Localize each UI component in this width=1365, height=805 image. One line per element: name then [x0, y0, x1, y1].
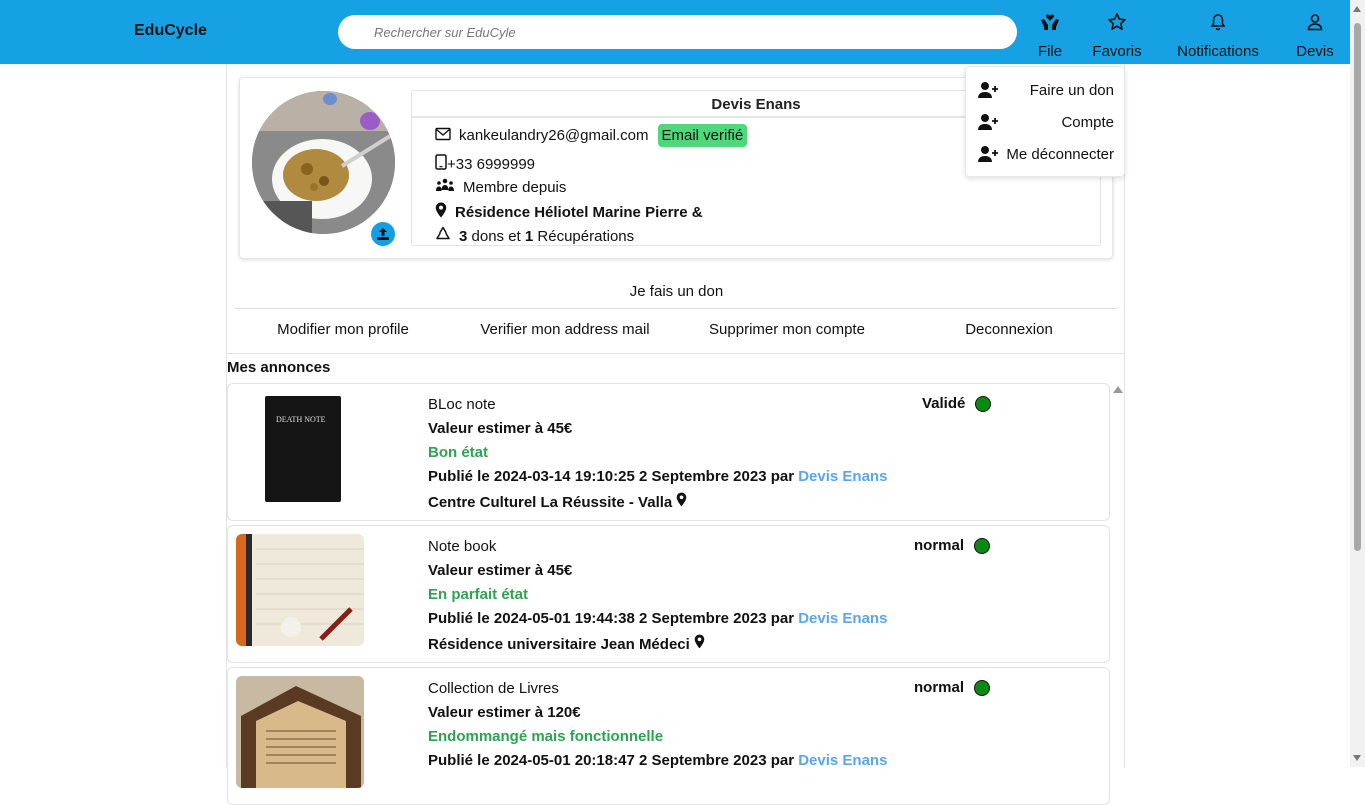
nav-notifications[interactable]: Notifications [1172, 8, 1264, 64]
profile-phone: +33 6999999 [447, 155, 536, 173]
svg-text:DEATH NOTE: DEATH NOTE [276, 415, 326, 424]
menu-item-logout[interactable]: Me déconnecter [966, 141, 1126, 169]
annonce-title: Note book [428, 538, 497, 555]
status-dot-icon [974, 537, 991, 554]
brand-logo[interactable]: EduCycle [134, 22, 207, 40]
annonce-image [236, 676, 364, 788]
delete-account-button[interactable]: Supprimer mon compte [709, 321, 865, 338]
menu-item-label: Faire un don [1029, 82, 1114, 99]
email-verified-badge: Email verifié [657, 124, 748, 147]
search-bar[interactable] [338, 15, 1017, 49]
upload-avatar-button[interactable] [371, 222, 395, 246]
top-navbar: EduCycle File Favoris Notifications Devi… [0, 0, 1365, 64]
edit-profile-button[interactable]: Modifier mon profile [277, 321, 409, 338]
menu-item-label: Compte [1061, 114, 1114, 131]
annonce-published: Publié le 2024-05-01 19:44:38 2 Septembr… [428, 610, 887, 627]
nav-favoris[interactable]: Favoris [1092, 8, 1142, 64]
nav-devis-label: Devis [1296, 43, 1334, 60]
annonce-status-label: normal [914, 537, 965, 554]
annonces-scroll-up[interactable] [1113, 386, 1123, 393]
status-dot-icon [975, 395, 992, 412]
annonce-author-link[interactable]: Devis Enans [798, 610, 887, 627]
stats-row: 3 dons et 1 Récupérations [435, 226, 634, 246]
nav-file-label: File [1037, 43, 1063, 60]
bell-icon [1172, 12, 1264, 32]
page-scrollbar[interactable] [1350, 0, 1365, 767]
recycle-icon [435, 226, 459, 246]
annonce-title: Collection de Livres [428, 680, 559, 697]
annonce-card[interactable]: Collection de Livres Valeur estimer à 12… [227, 667, 1110, 805]
annonce-published-text: Publié le 2024-03-14 19:10:25 2 Septembr… [428, 468, 799, 485]
annonce-status: Validé [922, 395, 992, 412]
address-row: Résidence Héliotel Marine Pierre & [435, 202, 703, 222]
annonce-status: normal [914, 679, 991, 696]
account-dropdown-menu: Faire un don Compte Me déconnecter [965, 66, 1125, 177]
annonce-image: DEATH NOTE [236, 392, 364, 504]
donate-button[interactable]: Je fais un don [232, 272, 1121, 309]
annonce-value: Valeur estimer à 45€ [428, 420, 573, 437]
phone-row: +33 6999999 [435, 154, 535, 174]
search-input[interactable] [338, 15, 1017, 49]
annonce-status: normal [914, 537, 991, 554]
annonce-value: Valeur estimer à 45€ [428, 562, 573, 579]
profile-email: kankeulandry26@gmail.com [459, 127, 649, 144]
annonce-published-text: Publié le 2024-05-01 20:18:47 2 Septembr… [428, 752, 799, 769]
profile-avatar [252, 91, 395, 234]
recup-text: Récupérations [533, 227, 635, 245]
annonce-value: Valeur estimer à 120€ [428, 704, 581, 721]
annonce-condition: Bon état [428, 444, 488, 461]
nav-favoris-label: Favoris [1092, 43, 1142, 60]
email-row: kankeulandry26@gmail.com Email verifié [435, 124, 748, 147]
annonce-condition: En parfait état [428, 586, 529, 603]
nav-file[interactable]: File [1030, 8, 1070, 64]
scrollbar-thumb[interactable] [1354, 23, 1361, 551]
scroll-up-arrow-icon[interactable] [1353, 6, 1361, 12]
annonce-location-row: Centre Culturel La Réussite - Valla [428, 492, 687, 511]
annonce-image [236, 534, 364, 646]
nav-notifications-label: Notifications [1177, 43, 1259, 60]
menu-item-faire-un-don[interactable]: Faire un don [966, 77, 1126, 105]
annonce-location: Centre Culturel La Réussite - Valla [428, 494, 673, 511]
profile-address: Résidence Héliotel Marine Pierre & [455, 203, 703, 221]
menu-item-compte[interactable]: Compte [966, 109, 1126, 137]
star-icon [1092, 12, 1142, 32]
annonce-status-label: Validé [922, 395, 966, 412]
dons-text: dons et [467, 227, 525, 245]
people-group-icon [435, 178, 463, 196]
member-since: Membre depuis [463, 178, 567, 196]
annonce-card[interactable]: DEATH NOTE BLoc note Valeur estimer à 45… [227, 383, 1110, 521]
map-pin-icon [435, 202, 455, 222]
logout-button[interactable]: Deconnexion [965, 321, 1053, 338]
upload-icon [371, 228, 395, 250]
annonce-title: BLoc note [428, 396, 496, 413]
nav-devis[interactable]: Devis [1292, 8, 1338, 64]
annonce-status-label: normal [914, 679, 965, 696]
profile-actions: Modifier mon profile Verifier mon addres… [227, 309, 1124, 354]
dons-count: 3 [459, 227, 468, 245]
annonce-card[interactable]: Note book Valeur estimer à 45€ En parfai… [227, 525, 1110, 663]
menu-item-label: Me déconnecter [1006, 146, 1114, 163]
annonce-condition: Endommangé mais fonctionnelle [428, 728, 664, 745]
user-icon [1292, 12, 1338, 32]
verify-email-button[interactable]: Verifier mon address mail [480, 321, 649, 338]
hands-heart-icon [1030, 12, 1070, 32]
mobile-phone-icon [435, 154, 447, 174]
annonce-published: Publié le 2024-03-14 19:10:25 2 Septembr… [428, 468, 887, 485]
member-row: Membre depuis [435, 178, 566, 196]
status-dot-icon [974, 679, 991, 696]
annonce-published: Publié le 2024-05-01 20:18:47 2 Septembr… [428, 752, 887, 769]
annonce-author-link[interactable]: Devis Enans [798, 752, 887, 769]
annonce-author-link[interactable]: Devis Enans [798, 468, 887, 485]
map-pin-icon [694, 634, 705, 653]
map-pin-icon [676, 492, 687, 511]
annonce-location: Résidence universitaire Jean Médeci [428, 636, 690, 653]
envelope-icon [435, 127, 459, 145]
recup-count: 1 [524, 227, 534, 245]
annonce-published-text: Publié le 2024-05-01 19:44:38 2 Septembr… [428, 610, 799, 627]
annonces-title: Mes annonces [227, 359, 331, 376]
annonce-location-row: Résidence universitaire Jean Médeci [428, 634, 705, 653]
scroll-down-arrow-icon[interactable] [1353, 755, 1361, 761]
